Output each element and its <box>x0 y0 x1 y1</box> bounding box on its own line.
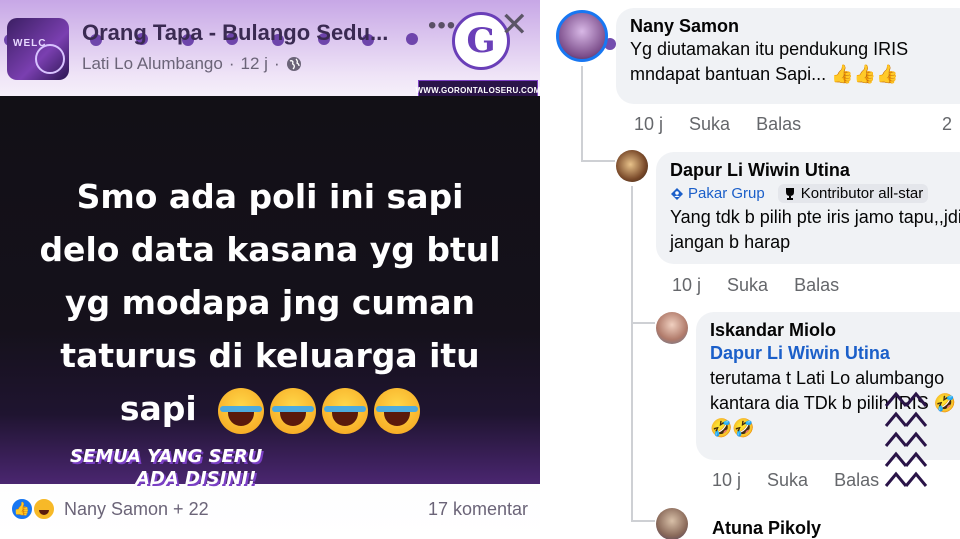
post-image-line: taturus di keluarga itu <box>60 336 480 375</box>
post-image-last-line: sapi <box>30 382 510 435</box>
comment-bubble: Dapur Li Wiwin Utina Pakar Grup Kontribu… <box>656 152 960 264</box>
post-time[interactable]: 12 j <box>241 54 268 74</box>
thread-line <box>631 322 633 522</box>
commenter-badges: Pakar Grup Kontributor all-star <box>670 184 960 203</box>
group-expert-badge[interactable]: Pakar Grup <box>670 184 770 203</box>
commenter-name[interactable]: Atuna Pikoly <box>712 518 821 539</box>
decorative-chevrons <box>884 391 928 487</box>
reply-button[interactable]: Balas <box>756 114 801 135</box>
post-header: WELC Orang Tapa - Bulango Sedu... Lati L… <box>0 0 540 100</box>
group-avatar[interactable]: WELC <box>7 18 69 80</box>
post-image-line: yg modapa jng cuman <box>64 283 476 322</box>
comment-time[interactable]: 10 j <box>634 114 663 135</box>
like-button[interactable]: Suka <box>727 275 768 296</box>
comment-actions: 10 j Suka Balas <box>634 114 801 135</box>
close-icon[interactable]: ✕ <box>500 8 529 42</box>
badge-label: Pakar Grup <box>688 185 765 202</box>
like-button[interactable]: Suka <box>689 114 730 135</box>
laughing-emoji-icon <box>374 387 421 434</box>
badge-label: Kontributor all-star <box>800 185 924 202</box>
thread-line <box>631 520 655 522</box>
reactors-summary[interactable]: Nany Samon + 22 <box>64 499 209 520</box>
meta-separator: · <box>273 54 280 73</box>
meta-separator: · <box>228 54 235 73</box>
laughing-emoji-icon <box>270 387 317 434</box>
post-footer: 👍 Nany Samon + 22 17 komentar <box>0 490 540 530</box>
laughing-emoji-icon <box>322 387 369 434</box>
comment-time[interactable]: 10 j <box>672 275 701 296</box>
post-image[interactable]: Smo ada poli ini sapi delo data kasana y… <box>0 96 540 489</box>
like-button[interactable]: Suka <box>767 470 808 491</box>
laughing-emoji-icon <box>218 387 265 434</box>
comments-panel: Nany Samon Yg diutamakan itu pendukung I… <box>540 0 960 539</box>
trophy-icon <box>785 187 794 200</box>
commenter-name[interactable]: Iskandar Miolo <box>710 320 960 341</box>
like-reaction-icon: 👍 <box>10 497 34 521</box>
reply-count[interactable]: 2 <box>942 114 952 135</box>
reply-button[interactable]: Balas <box>794 275 839 296</box>
comment-actions: 10 j Suka Balas <box>672 275 839 296</box>
commenter-name[interactable]: Nany Samon <box>630 16 960 37</box>
avatar[interactable] <box>556 10 608 62</box>
thread-line <box>581 66 583 162</box>
post-meta: Lati Lo Alumbango · 12 j · <box>82 54 302 74</box>
slogan-line-1: SEMUA YANG SERU <box>70 446 263 467</box>
reply-button[interactable]: Balas <box>834 470 879 491</box>
post-author[interactable]: Lati Lo Alumbango <box>82 54 223 74</box>
slogan-line-2: ADA DISINI! <box>135 468 257 489</box>
post-image-line: sapi <box>119 389 197 428</box>
avatar[interactable] <box>616 150 648 182</box>
post-panel: WELC Orang Tapa - Bulango Sedu... Lati L… <box>0 0 540 539</box>
group-avatar-circle <box>35 44 65 74</box>
group-expert-icon <box>671 187 683 200</box>
comment-actions: 10 j Suka Balas <box>712 470 879 491</box>
laughing-emoji-row <box>218 387 421 434</box>
comment-bubble: Nany Samon Yg diutamakan itu pendukung I… <box>616 8 960 104</box>
post-image-text: Smo ada poli ini sapi delo data kasana y… <box>30 170 510 435</box>
post-image-line: delo data kasana yg btul <box>39 230 501 269</box>
slogan: SEMUA YANG SERU ADA DISINI! <box>70 446 262 490</box>
thread-line <box>631 322 655 324</box>
haha-reaction-icon <box>32 497 56 521</box>
post-image-line: Smo ada poli ini sapi <box>76 177 464 216</box>
comment-count[interactable]: 17 komentar <box>428 499 528 520</box>
comment-time[interactable]: 10 j <box>712 470 741 491</box>
comment-text: Yang tdk b pilih pte iris jamo tapu,,jdi… <box>670 207 960 252</box>
all-star-contributor-badge[interactable]: Kontributor all-star <box>777 184 929 203</box>
avatar[interactable] <box>656 508 688 539</box>
mention-link[interactable]: Dapur Li Wiwin Utina <box>710 341 960 366</box>
comment-text: Yg diutamakan itu pendukung IRIS mndapat… <box>630 39 909 84</box>
site-logo-letter: G <box>466 21 496 61</box>
avatar[interactable] <box>656 312 688 344</box>
group-name[interactable]: Orang Tapa - Bulango Sedu... <box>82 20 388 46</box>
globe-icon <box>286 57 301 71</box>
thread-line <box>631 186 633 324</box>
thread-line <box>581 160 615 162</box>
commenter-name[interactable]: Dapur Li Wiwin Utina <box>670 160 960 181</box>
